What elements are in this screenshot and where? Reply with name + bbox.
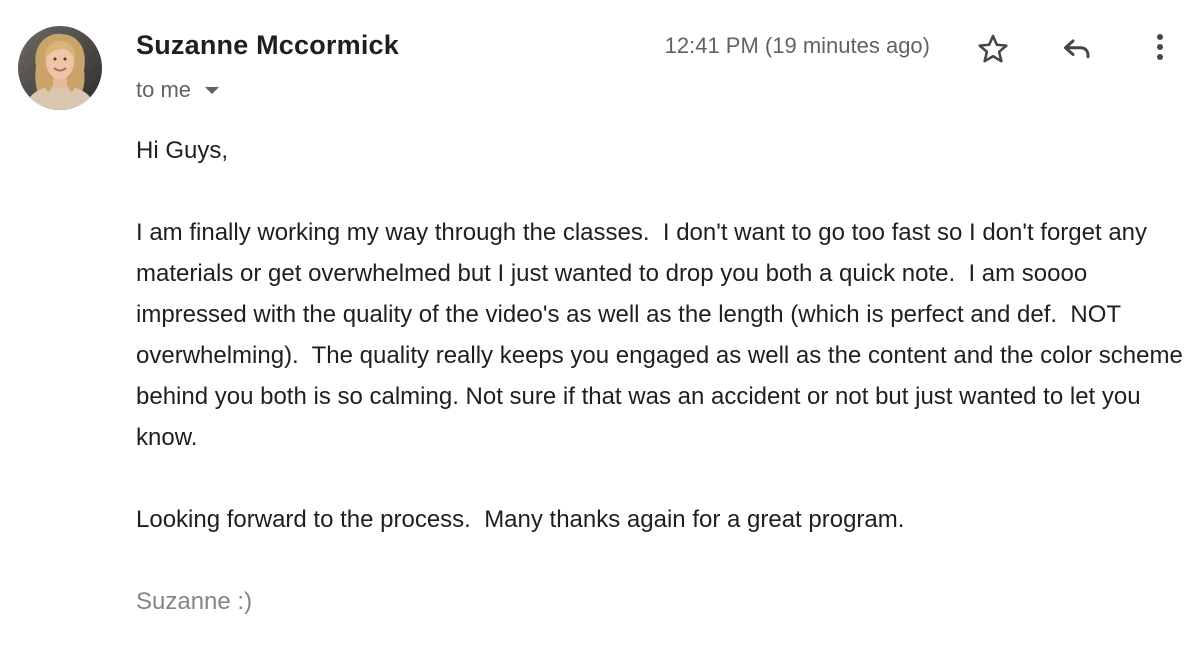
more-vert-icon <box>1157 34 1163 60</box>
caret-down-icon[interactable] <box>205 86 220 94</box>
avatar-photo <box>18 26 102 110</box>
message-paragraph: Looking forward to the process. Many tha… <box>136 506 905 533</box>
message-signature: Suzanne :) <box>136 588 253 615</box>
recipient-details-toggle[interactable]: to me <box>136 75 220 105</box>
star-button[interactable] <box>973 29 1013 69</box>
star-icon <box>978 34 1008 63</box>
message-greeting: Hi Guys, <box>136 137 229 164</box>
sender-avatar[interactable] <box>18 26 102 110</box>
message-body: Hi Guys, I am finally working my way thr… <box>136 130 1186 622</box>
message-timestamp: 12:41 PM (19 minutes ago) <box>664 33 930 58</box>
message-paragraph: I am finally working my way through the … <box>136 219 1190 451</box>
reply-icon <box>1064 39 1090 59</box>
reply-button[interactable] <box>1056 27 1096 67</box>
recipient-label: to me <box>136 77 192 102</box>
sender-name[interactable]: Suzanne Mccormick <box>136 30 399 61</box>
more-options-button[interactable] <box>1140 27 1180 67</box>
